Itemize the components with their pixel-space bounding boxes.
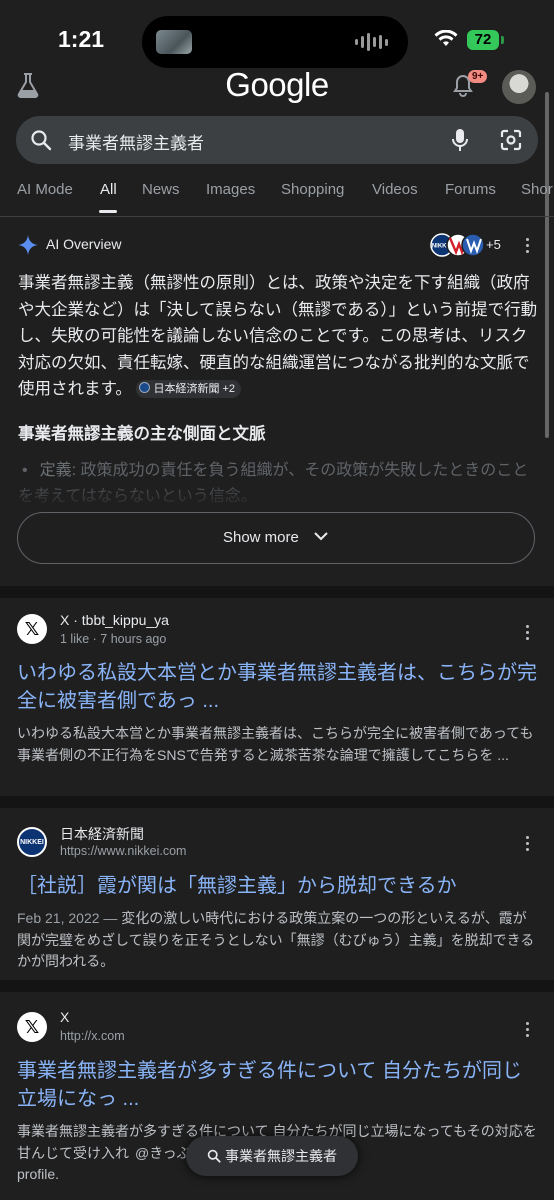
notification-badge: 9+: [468, 70, 488, 83]
ai-overview-text: 事業者無謬主義（無謬性の原則）とは、政策や決定を下す組織（政府や大企業など）は「…: [18, 274, 538, 398]
tab-forums[interactable]: Forums: [445, 181, 496, 198]
nikkei-favicon-icon: NIKKEI: [17, 827, 47, 857]
tab-all[interactable]: All: [100, 181, 117, 198]
ai-sparkle-icon: [18, 235, 38, 255]
show-more-button[interactable]: Show more: [17, 512, 535, 564]
ai-overview-title: AI Overview: [46, 236, 122, 252]
result-options-icon[interactable]: [526, 625, 530, 641]
scrollbar[interactable]: [545, 92, 549, 438]
status-time: 1:21: [58, 26, 105, 52]
result-meta: 1 like · 7 hours ago: [60, 632, 167, 646]
now-playing-thumbnail: [156, 30, 192, 54]
tab-news[interactable]: News: [142, 181, 180, 198]
tab-ai-mode[interactable]: AI Mode: [17, 181, 73, 198]
result-snippet: いわゆる私設大本営とか事業者無謬主義者は、こちらが完全に被害者側であっても事業者…: [17, 725, 534, 763]
result-site-name[interactable]: X · tbbt_kippu_ya: [60, 612, 169, 628]
dynamic-island: [142, 16, 408, 68]
battery-indicator: 72: [467, 30, 499, 50]
result-site-name[interactable]: 日本経済新聞: [60, 824, 144, 844]
result-options-icon[interactable]: [526, 1022, 530, 1038]
divider: [0, 796, 554, 808]
x-favicon-icon: 𝕏: [17, 1012, 47, 1042]
more-sources-count[interactable]: +5: [486, 237, 501, 252]
avatar[interactable]: [502, 70, 536, 104]
floating-search-pill[interactable]: 事業者無謬主義者: [186, 1136, 358, 1176]
result-options-icon[interactable]: [526, 836, 530, 852]
divider: [0, 586, 554, 598]
show-more-label: Show more: [222, 529, 299, 546]
ai-overview-bullet: • 定義: 政策成功の責任を負う組織が、その政策が失敗したときのことを考えてはなら…: [18, 458, 538, 510]
bullet-label: 定義:: [39, 462, 77, 479]
result-url: https://www.nikkei.com: [60, 844, 187, 858]
result-date: Feb 21, 2022 —: [17, 910, 122, 926]
result-url: http://x.com: [60, 1029, 125, 1043]
citation-label: 日本経済新聞 +2: [153, 383, 236, 395]
result-title-link[interactable]: いわゆる私設大本営とか事業者無謬主義者は、こちらが完全に被害者側であっ ...: [17, 659, 537, 715]
google-lens-icon[interactable]: [499, 128, 523, 152]
x-favicon-icon: 𝕏: [17, 614, 47, 644]
battery-tip: [501, 36, 504, 44]
audio-waveform-icon: [355, 32, 388, 52]
search-bar[interactable]: 事業者無謬主義者: [16, 116, 538, 164]
microphone-icon[interactable]: [451, 128, 469, 152]
tab-images[interactable]: Images: [206, 181, 255, 198]
result-site-name[interactable]: X: [60, 1009, 69, 1025]
citation-chip[interactable]: 日本経済新聞 +2: [136, 380, 242, 398]
floating-search-label: 事業者無謬主義者: [225, 1148, 337, 1164]
tab-shopping[interactable]: Shopping: [281, 181, 344, 198]
ai-overview-body: 事業者無謬主義（無謬性の原則）とは、政策や決定を下す組織（政府や大企業など）は「…: [18, 270, 538, 403]
source-logos-icon[interactable]: NIKKEI: [430, 233, 486, 257]
chevron-down-icon: [314, 532, 328, 541]
tab-shorts[interactable]: Shor: [521, 181, 553, 198]
result-snippet-end: profile.: [17, 1166, 60, 1182]
result-title-link[interactable]: ［社説］霞が関は「無謬主義」から脱却できるか: [17, 872, 537, 900]
ai-overview-heading: 事業者無謬主義の主な側面と文脈: [18, 425, 266, 443]
bullet-text: 政策成功の責任を負う組織が、その政策が失敗したときのことを考えてはならないという…: [18, 462, 529, 505]
search-icon: [207, 1149, 221, 1163]
nikkei-icon: [139, 382, 151, 393]
more-options-icon[interactable]: [526, 238, 530, 254]
search-icon: [31, 130, 52, 151]
divider: [0, 980, 554, 992]
wifi-icon: [434, 30, 458, 46]
result-title-link[interactable]: 事業者無謬主義者が多すぎる件について 自分たちが同じ立場になっ ...: [17, 1057, 537, 1113]
bullet-dot-icon: •: [22, 462, 28, 479]
search-tabs: AI Mode All News Images Shopping Videos …: [0, 168, 554, 217]
tab-videos[interactable]: Videos: [372, 181, 418, 198]
search-input[interactable]: 事業者無謬主義者: [68, 129, 204, 154]
result-snippet: Feb 21, 2022 — 変化の激しい時代における政策立案の一つの形といえる…: [17, 908, 537, 973]
active-tab-indicator: [99, 210, 117, 213]
